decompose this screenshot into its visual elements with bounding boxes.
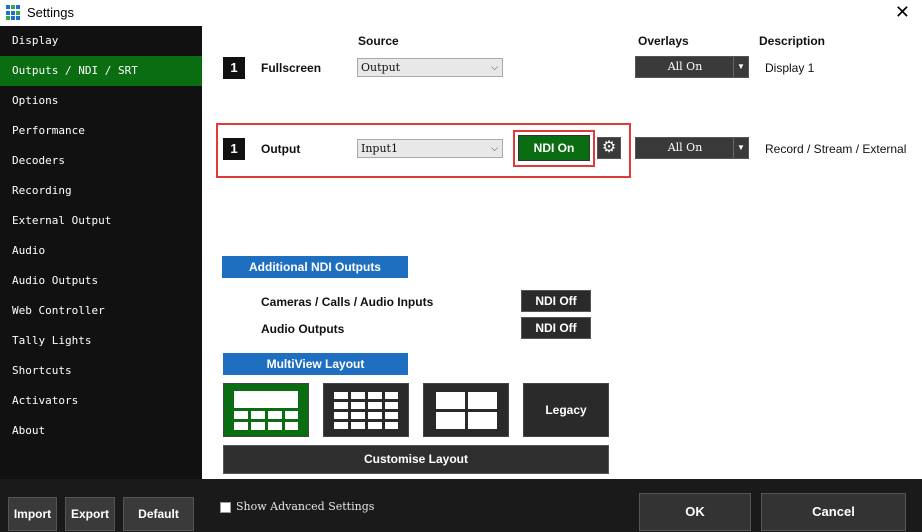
overlays-column-header: Overlays <box>638 34 689 48</box>
output-label: Output <box>261 142 301 156</box>
app-grid-icon <box>6 5 22 21</box>
show-advanced-label: Show Advanced Settings <box>236 500 375 513</box>
layout-cell <box>234 391 298 408</box>
sidebar-item-outputs[interactable]: Outputs / NDI / SRT <box>0 56 202 86</box>
layout-cell <box>385 422 398 429</box>
layout-cell <box>234 422 248 430</box>
sidebar-item-audio[interactable]: Audio <box>0 236 202 266</box>
close-icon[interactable]: ✕ <box>895 2 910 23</box>
layout-cell <box>368 422 382 429</box>
cameras-calls-label: Cameras / Calls / Audio Inputs <box>261 295 434 309</box>
layout-cell <box>368 402 382 409</box>
layout-cell <box>368 412 382 419</box>
layout-option-3[interactable] <box>423 383 509 437</box>
layout-cell <box>334 422 348 429</box>
fullscreen-source-value: Output <box>361 61 401 74</box>
layout-cell <box>268 411 282 419</box>
additional-ndi-header: Additional NDI Outputs <box>222 256 408 278</box>
customise-layout-button[interactable]: Customise Layout <box>223 445 609 474</box>
fullscreen-overlays-dropdown[interactable]: All On ▼ <box>635 56 749 78</box>
fullscreen-source-select[interactable]: Output ⌵ <box>357 58 503 77</box>
layout-cell <box>334 392 348 399</box>
output-description: Record / Stream / External <box>765 142 907 156</box>
layout-cell <box>351 402 365 409</box>
caret-down-icon: ▼ <box>733 138 748 158</box>
source-column-header: Source <box>358 34 399 48</box>
layout-cell <box>368 392 382 399</box>
show-advanced-checkbox[interactable] <box>220 502 231 513</box>
layout-cell <box>436 392 465 409</box>
ok-button[interactable]: OK <box>639 493 751 531</box>
chevron-down-icon: ⌵ <box>491 63 498 73</box>
cancel-button[interactable]: Cancel <box>761 493 906 531</box>
output-overlays-dropdown[interactable]: All On ▼ <box>635 137 749 159</box>
row-number-badge: 1 <box>223 138 245 160</box>
layout-cell <box>251 411 265 419</box>
layout-cell <box>334 412 348 419</box>
cameras-ndi-off-button[interactable]: NDI Off <box>521 290 591 312</box>
window-title: Settings <box>27 5 74 20</box>
chevron-down-icon: ⌵ <box>491 144 498 154</box>
sidebar-item-activators[interactable]: Activators <box>0 386 202 416</box>
audio-outputs-label: Audio Outputs <box>261 322 345 336</box>
sidebar-item-about[interactable]: About <box>0 416 202 446</box>
default-button[interactable]: Default <box>123 497 194 531</box>
sidebar-item-decoders[interactable]: Decoders <box>0 146 202 176</box>
import-button[interactable]: Import <box>8 497 57 531</box>
layout-cell <box>385 392 398 399</box>
layout-cell <box>385 412 398 419</box>
sidebar: Display Outputs / NDI / SRT Options Perf… <box>0 26 202 532</box>
title-bar: Settings ✕ <box>0 0 922 26</box>
output-source-select[interactable]: Input1 ⌵ <box>357 139 503 158</box>
sidebar-item-performance[interactable]: Performance <box>0 116 202 146</box>
gear-icon[interactable]: ⚙ <box>597 137 621 159</box>
layout-cell <box>234 411 248 419</box>
sidebar-item-web-controller[interactable]: Web Controller <box>0 296 202 326</box>
layout-cell <box>268 422 282 430</box>
layout-option-1[interactable] <box>223 383 309 437</box>
sidebar-item-tally-lights[interactable]: Tally Lights <box>0 326 202 356</box>
layout-cell <box>251 422 265 430</box>
description-column-header: Description <box>759 34 826 48</box>
row-number-badge: 1 <box>223 57 245 79</box>
layout-cell <box>334 402 348 409</box>
multiview-header: MultiView Layout <box>223 353 408 375</box>
layout-cell <box>351 422 365 429</box>
layout-cell <box>351 412 365 419</box>
sidebar-item-shortcuts[interactable]: Shortcuts <box>0 356 202 386</box>
ndi-on-button[interactable]: NDI On <box>518 135 590 161</box>
layout-option-legacy[interactable]: Legacy <box>523 383 609 437</box>
layout-cell <box>436 412 465 429</box>
sidebar-item-options[interactable]: Options <box>0 86 202 116</box>
layout-cell <box>468 392 497 409</box>
layout-cell <box>285 411 298 419</box>
output-overlays-value: All On <box>667 141 703 154</box>
layout-cell <box>351 392 365 399</box>
layout-option-2[interactable] <box>323 383 409 437</box>
fullscreen-label: Fullscreen <box>261 61 322 75</box>
export-button[interactable]: Export <box>65 497 115 531</box>
layout-cell <box>468 412 497 429</box>
audio-ndi-off-button[interactable]: NDI Off <box>521 317 591 339</box>
layout-cell <box>385 402 398 409</box>
sidebar-item-recording[interactable]: Recording <box>0 176 202 206</box>
fullscreen-overlays-value: All On <box>667 60 703 73</box>
caret-down-icon: ▼ <box>733 57 748 77</box>
sidebar-item-display[interactable]: Display <box>0 26 202 56</box>
sidebar-item-audio-outputs[interactable]: Audio Outputs <box>0 266 202 296</box>
sidebar-item-external-output[interactable]: External Output <box>0 206 202 236</box>
layout-cell <box>285 422 298 430</box>
fullscreen-description: Display 1 <box>765 61 815 75</box>
legacy-label: Legacy <box>545 403 587 417</box>
output-source-value: Input1 <box>361 142 398 155</box>
